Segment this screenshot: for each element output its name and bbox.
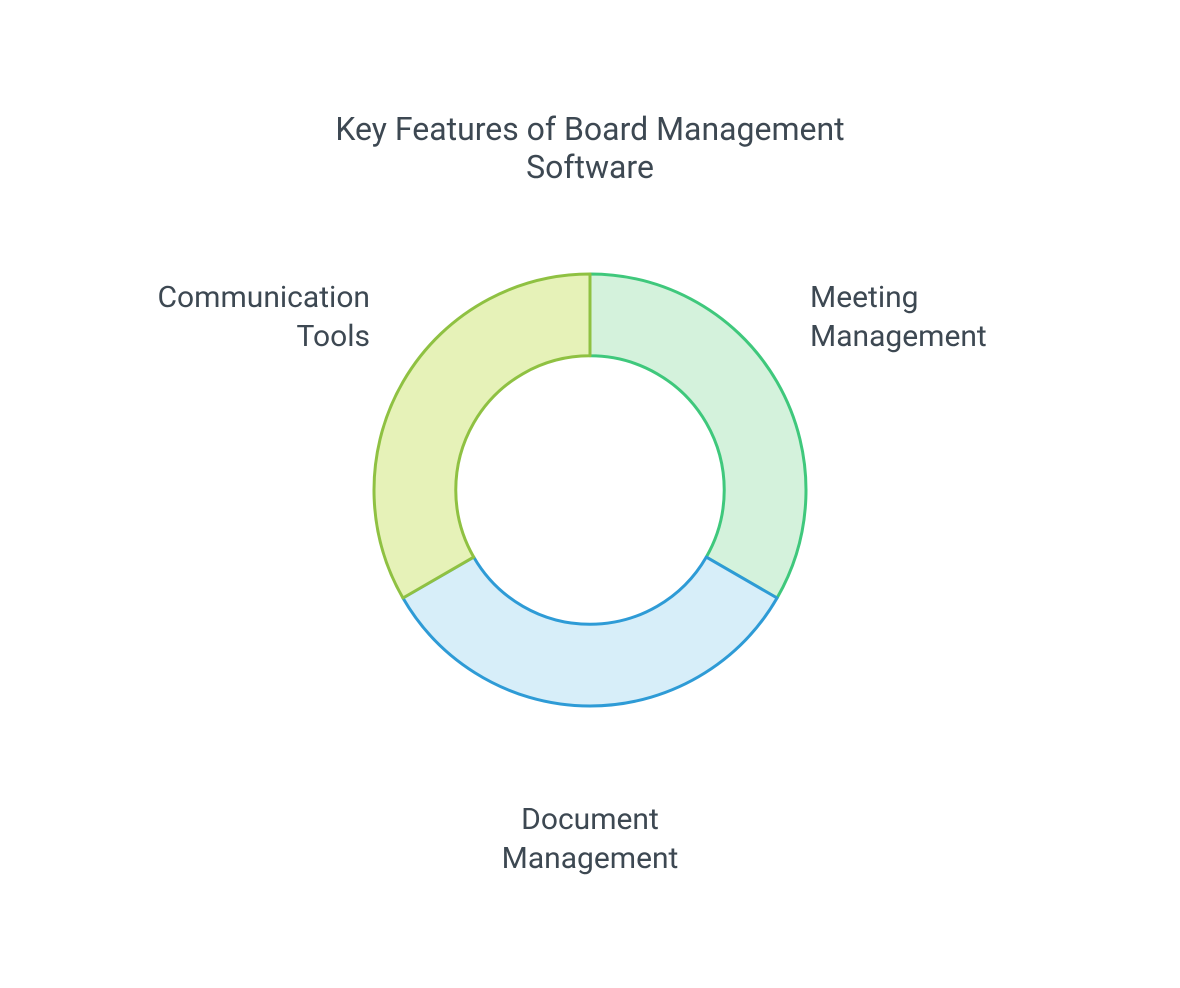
label-line: Tools: [158, 317, 370, 356]
donut-svg: [370, 270, 810, 710]
label-line: Management: [502, 839, 679, 878]
label-line: Management: [810, 317, 987, 356]
slice-document-management: [403, 557, 777, 706]
slice-communication-tools: [374, 274, 590, 598]
label-line: Meeting: [810, 278, 987, 317]
chart-container: Key Features of Board Management Softwar…: [0, 0, 1180, 988]
label-document-management: Document Management: [502, 800, 679, 878]
label-line: Communication: [158, 278, 370, 317]
label-line: Document: [502, 800, 679, 839]
label-meeting-management: Meeting Management: [810, 278, 987, 356]
slice-meeting-management: [590, 274, 806, 598]
donut-chart: [370, 270, 810, 710]
label-communication-tools: Communication Tools: [158, 278, 370, 356]
chart-title: Key Features of Board Management Softwar…: [295, 110, 885, 186]
